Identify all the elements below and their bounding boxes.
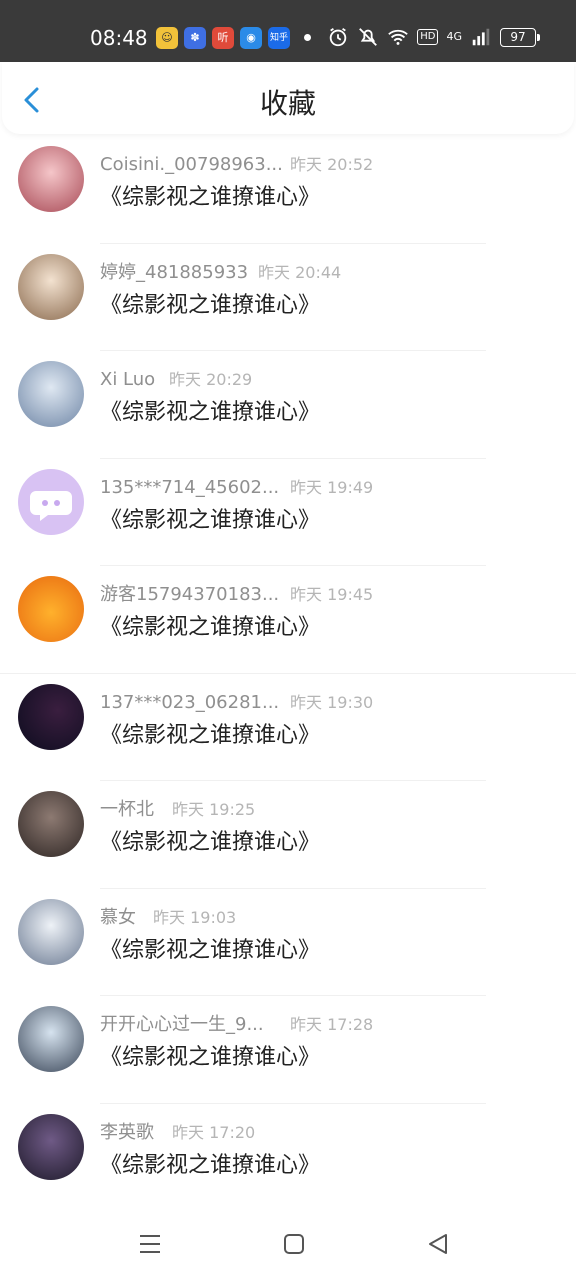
- status-time: 08:48: [90, 26, 148, 50]
- favorite-content: 《综影视之谁撩谁心》: [100, 1045, 321, 1070]
- avatar[interactable]: [18, 1113, 84, 1180]
- system-status-icons: HD 4G 97: [327, 26, 540, 48]
- listen-app-icon: 听: [212, 27, 234, 49]
- list-item[interactable]: 137***023_06281... 昨天 19:30 《综影视之谁撩谁心》: [0, 674, 576, 781]
- favorite-content: 《综影视之谁撩谁心》: [100, 400, 321, 425]
- list-item[interactable]: 婷婷_481885933 昨天 20:44 《综影视之谁撩谁心》: [0, 244, 576, 351]
- favorite-content: 《综影视之谁撩谁心》: [100, 830, 321, 855]
- list-item[interactable]: 一杯北 昨天 19:25 《综影视之谁撩谁心》: [0, 781, 576, 889]
- user-name: Coisini._00798963...: [100, 154, 283, 175]
- wifi-icon: [388, 29, 409, 45]
- hd-icon: HD: [417, 29, 439, 45]
- favorite-content: 《综影视之谁撩谁心》: [100, 1152, 321, 1178]
- user-name: 婷婷_481885933: [100, 261, 249, 283]
- system-nav-bar: [0, 1210, 576, 1280]
- avatar[interactable]: [18, 146, 84, 212]
- circle-app-icon: ◉: [240, 27, 262, 49]
- favorite-content: 《综影视之谁撩谁心》: [100, 722, 321, 748]
- timestamp: 昨天 17:20: [172, 1122, 256, 1142]
- user-name: 137***023_06281...: [100, 691, 280, 713]
- user-name: 一杯北: [100, 799, 154, 820]
- favorite-content: 《综影视之谁撩谁心》: [100, 615, 321, 640]
- avatar[interactable]: [18, 253, 84, 320]
- favorite-content: 《综影视之谁撩谁心》: [100, 507, 321, 533]
- user-name: 开开心心过一生_9...: [100, 1014, 264, 1035]
- favorite-content: 《综影视之谁撩谁心》: [100, 937, 321, 963]
- battery-icon: 97: [500, 27, 540, 47]
- timestamp: 昨天 19:45: [290, 585, 374, 604]
- user-name: 游客15794370183...: [100, 584, 280, 605]
- avatar[interactable]: [18, 576, 84, 642]
- home-icon[interactable]: [280, 1230, 308, 1258]
- list-item[interactable]: 慕女 昨天 19:03 《综影视之谁撩谁心》: [0, 889, 576, 996]
- favorites-list: Coisini._00798963... 昨天 20:52 《综影视之谁撩谁心》…: [0, 136, 576, 1211]
- timestamp: 昨天 19:49: [290, 477, 374, 497]
- signal-icon: [472, 28, 490, 46]
- timestamp: 昨天 19:30: [290, 692, 374, 712]
- default-avatar-chat-icon: [30, 490, 72, 521]
- timestamp: 昨天 19:03: [153, 907, 237, 927]
- avatar[interactable]: [18, 468, 84, 535]
- user-name: Xi Luo: [100, 369, 156, 390]
- favorite-content: 《综影视之谁撩谁心》: [100, 185, 321, 210]
- list-item[interactable]: 135***714_45602... 昨天 19:49 《综影视之谁撩谁心》: [0, 459, 576, 566]
- user-name: 李英歌: [100, 1121, 154, 1143]
- timestamp: 昨天 20:44: [258, 262, 342, 282]
- page-title: 收藏: [259, 87, 316, 120]
- avatar[interactable]: [18, 898, 84, 965]
- avatar[interactable]: [18, 683, 84, 750]
- timestamp: 昨天 20:29: [169, 370, 253, 389]
- menu-icon[interactable]: [136, 1230, 164, 1258]
- status-bar: 08:48 ☺ ✽ 听 ◉ 知乎 HD 4G 97: [0, 0, 576, 62]
- user-name: 135***714_45602...: [100, 476, 280, 498]
- list-item[interactable]: Coisini._00798963... 昨天 20:52 《综影视之谁撩谁心》: [0, 136, 576, 244]
- list-item[interactable]: 开开心心过一生_9... 昨天 17:28 《综影视之谁撩谁心》: [0, 996, 576, 1104]
- alarm-icon: [329, 27, 347, 47]
- network-type: 4G: [446, 30, 462, 43]
- avatar[interactable]: [18, 361, 84, 427]
- list-item[interactable]: 李英歌 昨天 17:20 《综影视之谁撩谁心》: [0, 1104, 576, 1211]
- favorite-content: 《综影视之谁撩谁心》: [100, 292, 321, 318]
- timestamp: 昨天 17:28: [290, 1015, 374, 1034]
- list-item[interactable]: Xi Luo 昨天 20:29 《综影视之谁撩谁心》: [0, 351, 576, 459]
- app-icon-1: ☺: [156, 27, 178, 49]
- timestamp: 昨天 20:52: [290, 155, 374, 174]
- app-header: 收藏: [2, 62, 574, 134]
- timestamp: 昨天 19:25: [172, 800, 256, 819]
- avatar[interactable]: [18, 1006, 84, 1072]
- mute-icon: [359, 28, 378, 46]
- back-triangle-icon[interactable]: [424, 1230, 452, 1258]
- zhihu-icon: 知乎: [268, 27, 290, 49]
- avatar[interactable]: [18, 791, 84, 857]
- baidu-icon: ✽: [184, 27, 206, 49]
- user-name: 慕女: [100, 906, 136, 928]
- list-item[interactable]: 游客15794370183... 昨天 19:45 《综影视之谁撩谁心》: [0, 566, 576, 674]
- notification-app-icons: ☺ ✽ 听 ◉ 知乎: [156, 27, 290, 49]
- more-notifications-dot: [304, 34, 311, 41]
